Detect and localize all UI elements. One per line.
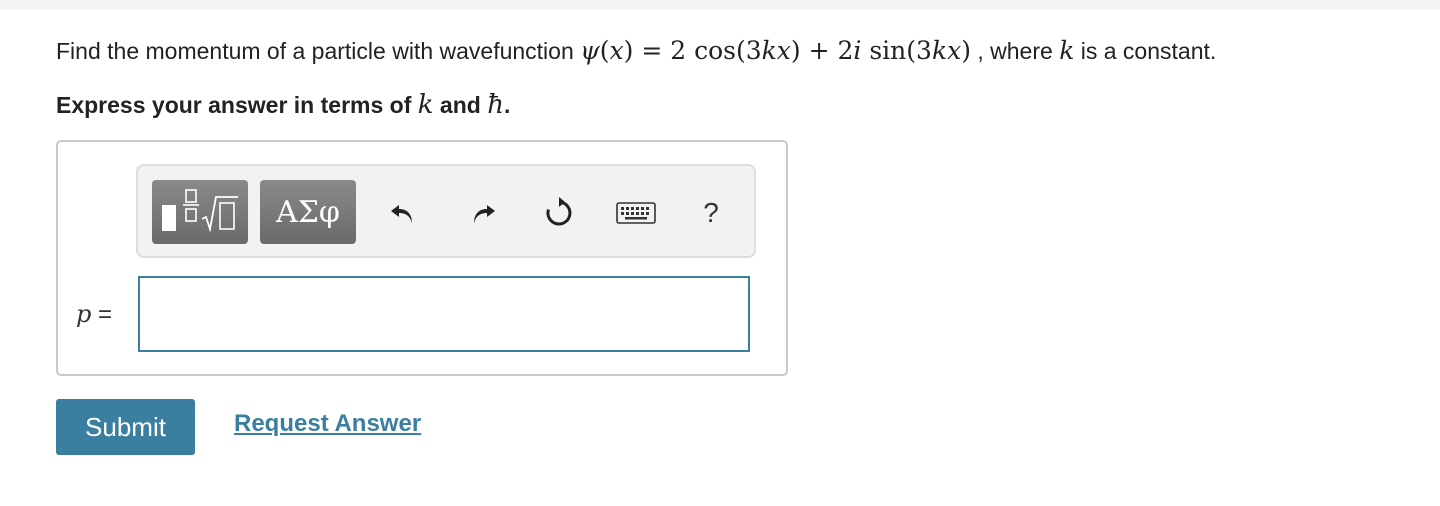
psi-symbol: ψ (580, 36, 600, 65)
instruction-text: Express your answer in terms of k and ħ. (56, 88, 510, 122)
templates-button[interactable] (152, 180, 248, 244)
redo-button[interactable] (466, 196, 500, 230)
fraction-sqrt-icon (162, 189, 238, 233)
instruction-prefix: Express your answer in terms of (56, 92, 418, 118)
close-paren: ) (961, 36, 971, 65)
top-strip (0, 0, 1440, 10)
x-variable: x (947, 36, 962, 65)
k-variable: k (761, 36, 777, 65)
question-suffix: , where (970, 38, 1060, 64)
answer-box: ΑΣφ ? p = (56, 140, 788, 376)
momentum-variable: p (76, 300, 92, 328)
submit-button[interactable]: Submit (56, 399, 195, 455)
equals-sign: = (91, 301, 113, 328)
greek-symbols-button[interactable]: ΑΣφ (260, 180, 356, 244)
answer-input[interactable] (138, 276, 750, 352)
wavefunction-expression: ψ(x) = 2 cos(3kx) + 2i sin(3kx) (580, 36, 971, 65)
cos-term: = 2 cos(3 (633, 36, 762, 65)
k-variable: k (931, 36, 948, 65)
request-answer-link[interactable]: Request Answer (234, 410, 421, 438)
question-suffix-end: is a constant. (1074, 38, 1217, 64)
undo-button[interactable] (386, 196, 420, 230)
keyboard-button[interactable] (616, 196, 656, 230)
x-variable: x (609, 36, 624, 65)
undo-icon (391, 205, 412, 223)
question-text: Find the momentum of a particle with wav… (56, 33, 1216, 69)
instruction-period: . (503, 92, 511, 118)
k-constant: k (1059, 36, 1075, 65)
answer-label: p = (76, 300, 112, 329)
hbar-symbol: ħ (487, 90, 504, 120)
x-variable: x (776, 36, 791, 65)
math-toolbar: ΑΣφ ? (136, 164, 756, 258)
keyboard-icon (616, 202, 656, 224)
k-variable: k (417, 90, 434, 120)
help-button[interactable]: ? (694, 196, 728, 230)
redo-icon (474, 205, 495, 223)
plus-term: ) + 2 (790, 36, 854, 65)
instruction-and: and (433, 92, 488, 118)
sin-term: sin(3 (861, 36, 932, 65)
question-prefix: Find the momentum of a particle with wav… (56, 38, 581, 64)
reset-icon (546, 197, 572, 226)
reset-button[interactable] (542, 196, 576, 230)
